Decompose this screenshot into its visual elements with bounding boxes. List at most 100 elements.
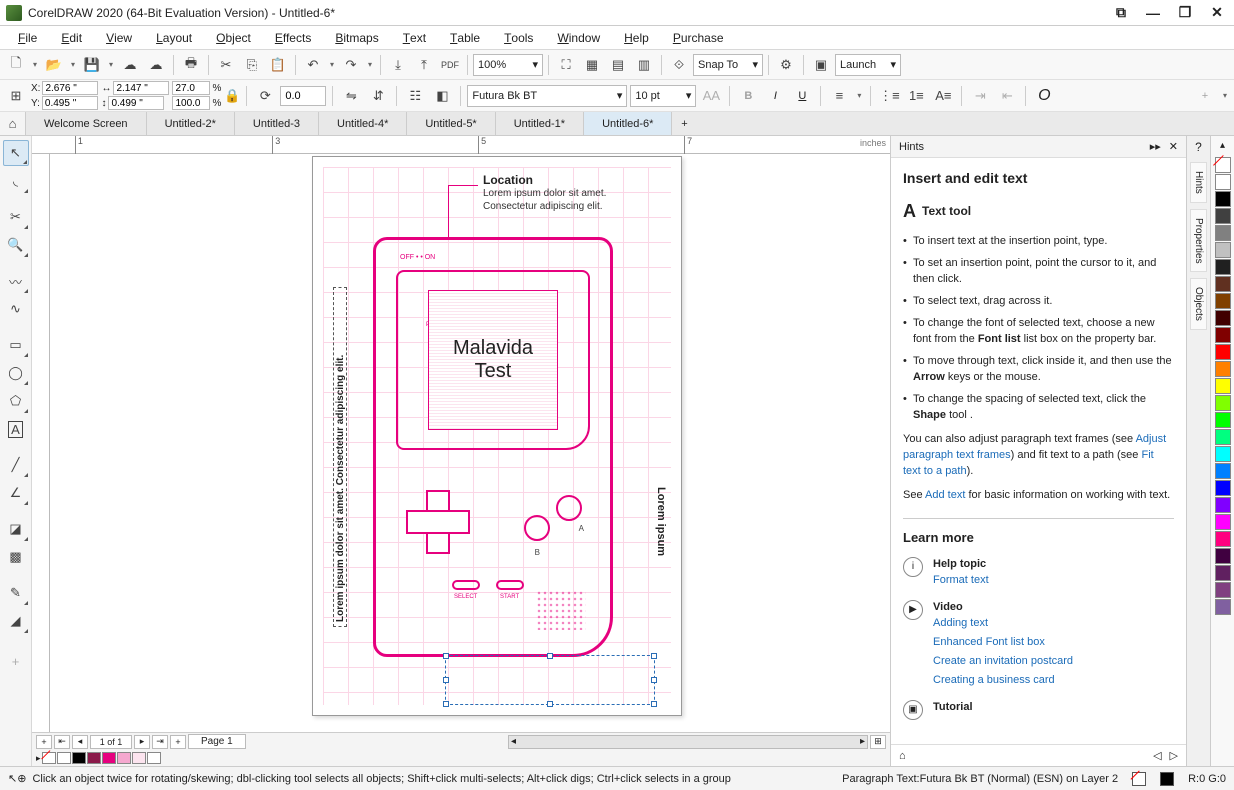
x-input[interactable] bbox=[42, 81, 98, 95]
help-icon[interactable]: ? bbox=[1195, 140, 1202, 156]
drop-shadow-tool[interactable]: ◪ bbox=[3, 516, 29, 542]
doc-tab[interactable]: Untitled-1* bbox=[496, 112, 584, 135]
color-swatch[interactable] bbox=[1215, 208, 1231, 224]
color-swatch[interactable] bbox=[1215, 361, 1231, 377]
drop-cap-button[interactable]: A≡ bbox=[931, 84, 955, 108]
menu-edit[interactable]: Edit bbox=[49, 26, 94, 49]
doc-tab[interactable]: Welcome Screen bbox=[26, 112, 147, 135]
import-button[interactable]: ⤓ bbox=[386, 53, 410, 77]
bullet-list-button[interactable]: ⋮≡ bbox=[877, 84, 901, 108]
width-input[interactable] bbox=[113, 81, 169, 95]
rulers-button[interactable]: ▦ bbox=[580, 53, 604, 77]
page-tab[interactable]: Page 1 bbox=[188, 734, 246, 749]
menu-purchase[interactable]: Purchase bbox=[661, 26, 736, 49]
menu-tools[interactable]: Tools bbox=[492, 26, 545, 49]
page-prev-button[interactable]: ◂ bbox=[72, 735, 88, 749]
status-fill-swatch[interactable] bbox=[1160, 772, 1174, 786]
zoom-tool[interactable]: 🔍 bbox=[3, 232, 29, 258]
color-swatch[interactable] bbox=[1215, 276, 1231, 292]
color-swatch[interactable] bbox=[1215, 582, 1231, 598]
save-button[interactable]: 💾 bbox=[80, 53, 104, 77]
menu-object[interactable]: Object bbox=[204, 26, 263, 49]
new-dropdown[interactable]: ▾ bbox=[30, 60, 40, 69]
variable-fonts-button[interactable]: AA bbox=[699, 84, 723, 108]
color-swatch[interactable] bbox=[1215, 497, 1231, 513]
page-next-button[interactable]: ▸ bbox=[134, 735, 150, 749]
polygon-tool[interactable]: ⬠ bbox=[3, 388, 29, 414]
hints-forward-icon[interactable]: ▷ bbox=[1170, 749, 1178, 762]
text-frame-button[interactable]: ◧ bbox=[430, 84, 454, 108]
page-last-button[interactable]: ⇥ bbox=[152, 735, 168, 749]
color-swatch[interactable] bbox=[1215, 531, 1231, 547]
color-swatch[interactable] bbox=[1215, 344, 1231, 360]
color-swatch[interactable] bbox=[1215, 480, 1231, 496]
align-dropdown[interactable]: ▾ bbox=[854, 91, 864, 100]
add-button[interactable]: + bbox=[1193, 84, 1217, 108]
link-video-1[interactable]: Adding text bbox=[933, 616, 1073, 632]
cut-button[interactable]: ✂ bbox=[214, 53, 238, 77]
hints-home-icon[interactable]: ⌂ bbox=[899, 750, 906, 762]
color-swatch[interactable] bbox=[1215, 327, 1231, 343]
color-swatch[interactable] bbox=[1215, 378, 1231, 394]
undo-button[interactable]: ↶ bbox=[301, 53, 325, 77]
menu-view[interactable]: View bbox=[94, 26, 144, 49]
text-tool[interactable]: A bbox=[3, 416, 29, 442]
new-button[interactable]: 🗋 bbox=[4, 53, 28, 77]
font-size-combo[interactable]: 10 pt▾ bbox=[630, 85, 696, 107]
panel-menu-icon[interactable]: ▸▸ bbox=[1150, 140, 1161, 153]
mirror-v-button[interactable]: ⇵ bbox=[366, 84, 390, 108]
color-swatch[interactable] bbox=[1215, 259, 1231, 275]
freehand-tool[interactable]: 〰 bbox=[3, 268, 29, 294]
underline-button[interactable]: U bbox=[790, 84, 814, 108]
link-video-2[interactable]: Enhanced Font list box bbox=[933, 635, 1073, 651]
dimension-tool[interactable]: ╱ bbox=[3, 452, 29, 478]
y-input[interactable] bbox=[42, 96, 98, 110]
doc-color-swatch[interactable] bbox=[87, 752, 101, 764]
doc-tab[interactable]: Untitled-5* bbox=[407, 112, 495, 135]
font-combo[interactable]: Futura Bk BT▾ bbox=[467, 85, 627, 107]
guidelines-button[interactable]: ▥ bbox=[632, 53, 656, 77]
snap-combo[interactable]: Snap To▾ bbox=[693, 54, 763, 76]
options-button[interactable]: ⚙ bbox=[774, 53, 798, 77]
launch-combo[interactable]: Launch▾ bbox=[835, 54, 901, 76]
color-swatch[interactable] bbox=[1215, 429, 1231, 445]
menu-file[interactable]: File bbox=[6, 26, 49, 49]
minimize-button[interactable]: — bbox=[1142, 4, 1164, 22]
color-swatch[interactable] bbox=[1215, 463, 1231, 479]
lock-ratio-button[interactable]: 🔒 bbox=[224, 83, 240, 109]
copy-button[interactable]: ⎘ bbox=[240, 53, 264, 77]
export-button[interactable]: ⤒ bbox=[412, 53, 436, 77]
mirror-h-button[interactable]: ⇋ bbox=[339, 84, 363, 108]
color-swatch[interactable] bbox=[1215, 174, 1231, 190]
object-origin-icon[interactable]: ⊞ bbox=[4, 84, 28, 108]
grid-button[interactable]: ▤ bbox=[606, 53, 630, 77]
connector-tool[interactable]: ∠ bbox=[3, 480, 29, 506]
doc-color-swatch[interactable] bbox=[132, 752, 146, 764]
number-list-button[interactable]: 1≡ bbox=[904, 84, 928, 108]
link-video-3[interactable]: Create an invitation postcard bbox=[933, 654, 1073, 670]
menu-bitmaps[interactable]: Bitmaps bbox=[323, 26, 390, 49]
hints-tab[interactable]: Hints bbox=[1190, 162, 1207, 203]
color-swatch[interactable] bbox=[1215, 395, 1231, 411]
open-button[interactable]: 📂 bbox=[42, 53, 66, 77]
no-fill-swatch[interactable] bbox=[1215, 157, 1231, 173]
color-swatch[interactable] bbox=[1215, 514, 1231, 530]
color-swatch[interactable] bbox=[1215, 225, 1231, 241]
doc-tab[interactable]: Untitled-3 bbox=[235, 112, 319, 135]
crop-tool[interactable]: ✂ bbox=[3, 204, 29, 230]
maximize-button[interactable]: ❐ bbox=[1174, 4, 1196, 22]
page-first-button[interactable]: ⇤ bbox=[54, 735, 70, 749]
eyedropper-tool[interactable]: ✎ bbox=[3, 580, 29, 606]
vertical-ruler[interactable] bbox=[32, 154, 50, 766]
artistic-media-tool[interactable]: ∿ bbox=[3, 296, 29, 322]
doc-color-swatch[interactable] bbox=[117, 752, 131, 764]
doc-tab[interactable]: Untitled-4* bbox=[319, 112, 407, 135]
doc-color-swatch[interactable] bbox=[57, 752, 71, 764]
undo-dropdown[interactable]: ▾ bbox=[327, 60, 337, 69]
text-options-button[interactable]: O bbox=[1032, 84, 1056, 108]
horizontal-ruler[interactable]: 1 3 5 7 inches bbox=[32, 136, 890, 154]
rectangle-tool[interactable]: ▭ bbox=[3, 332, 29, 358]
status-outline-swatch[interactable] bbox=[1132, 772, 1146, 786]
color-swatch[interactable] bbox=[1215, 310, 1231, 326]
cloud-upload-button[interactable]: ☁ bbox=[118, 53, 142, 77]
